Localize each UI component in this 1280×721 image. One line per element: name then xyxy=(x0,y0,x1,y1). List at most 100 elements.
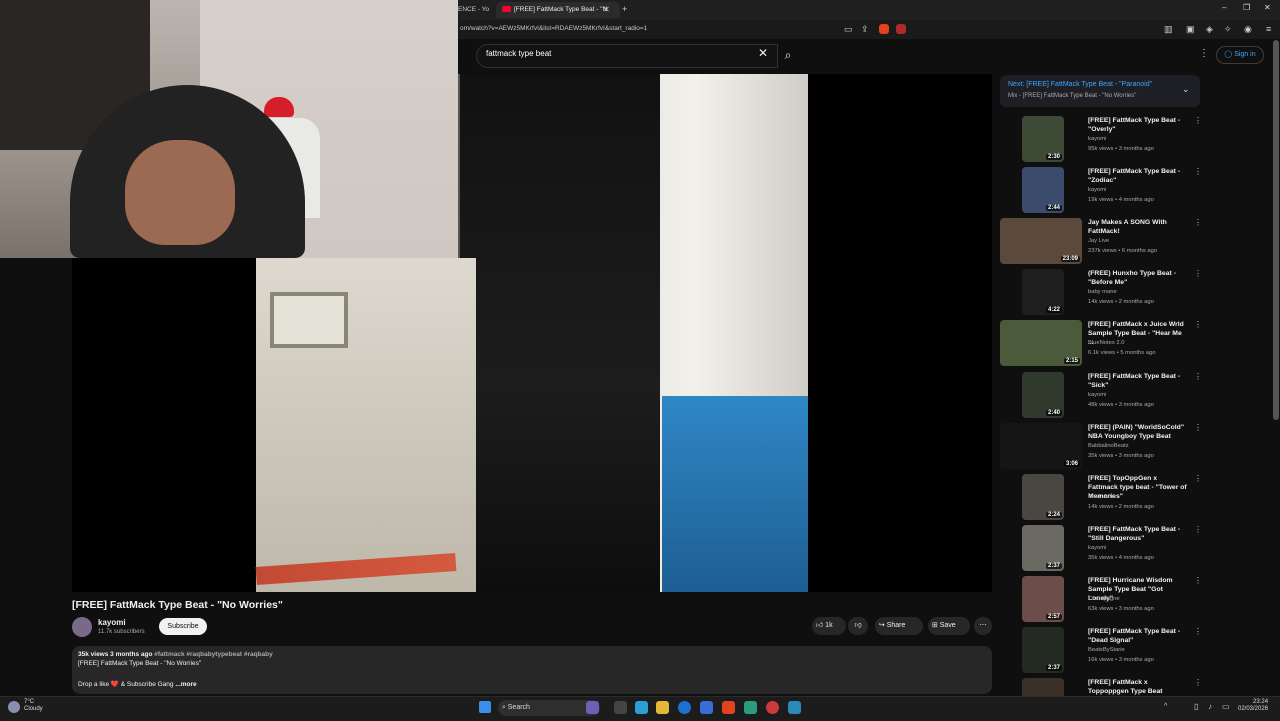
recommendation-title[interactable]: [FREE] FattMack Type Beat - "Dead Signal… xyxy=(1088,627,1188,645)
share-button[interactable]: ↪ Share xyxy=(875,617,923,635)
up-next-panel[interactable] xyxy=(1000,75,1200,107)
recommendation-title[interactable]: Jay Makes A SONG With FattMack! xyxy=(1088,218,1188,236)
more-options-icon[interactable]: ⋮ xyxy=(1194,525,1200,534)
taskbar-search[interactable]: ⌕ Search xyxy=(498,700,600,716)
settings-dots-icon[interactable]: ⋮ xyxy=(1199,48,1209,59)
edge-icon[interactable] xyxy=(635,701,648,714)
more-options-icon[interactable]: ⋮ xyxy=(1194,167,1200,176)
recommendation-channel[interactable]: Jay Live xyxy=(1088,238,1109,244)
vpn-icon[interactable]: ◈ xyxy=(1206,24,1213,35)
more-options-icon[interactable]: ⋮ xyxy=(1194,269,1200,278)
weather-widget[interactable]: 7°C Cloudy xyxy=(24,699,43,713)
page-scrollbar[interactable] xyxy=(1273,40,1279,420)
recommendation-item[interactable]: 2:44 [FREE] FattMack Type Beat - "Zodiac"… xyxy=(1000,167,1200,215)
recommendation-item[interactable]: 23:09 Jay Makes A SONG With FattMack! Jay … xyxy=(1000,218,1200,266)
recommendation-item[interactable]: 4:22 (FREE) Hunxho Type Beat - "Before Me… xyxy=(1000,269,1200,317)
recommendation-channel[interactable]: BeatsByStarie xyxy=(1088,647,1125,653)
network-icon[interactable]: ▯ xyxy=(1194,702,1198,711)
more-options-icon[interactable]: ⋮ xyxy=(1194,320,1200,329)
chrome-icon[interactable] xyxy=(766,701,779,714)
tray-chevron-icon[interactable]: ^ xyxy=(1164,703,1167,710)
video-thumbnail[interactable] xyxy=(1022,678,1064,696)
copilot-icon[interactable] xyxy=(586,701,599,714)
wallet-icon[interactable]: ▣ xyxy=(1186,24,1195,35)
recommendation-item[interactable]: [FREE] FattMack x Toppoppgen Type Beat "… xyxy=(1000,678,1200,696)
edge-browser-icon[interactable] xyxy=(678,701,691,714)
show-more-link[interactable]: ...more xyxy=(175,681,196,688)
recommendation-item[interactable]: 3:06 [FREE] (PAIN) "WorldSoCold" NBA Youn… xyxy=(1000,423,1200,471)
recommendation-item[interactable]: 2:37 [FREE] FattMack Type Beat - "Still D… xyxy=(1000,525,1200,573)
hashtags[interactable]: #fattmack #raqbabytypebeat #raqbaby xyxy=(154,651,273,658)
brave-shield-icon[interactable] xyxy=(879,24,889,34)
app-icon[interactable] xyxy=(744,701,757,714)
share-page-icon[interactable]: ⇪ xyxy=(861,24,869,35)
profile-icon[interactable]: ◉ xyxy=(1244,24,1252,35)
clear-search-icon[interactable]: ✕ xyxy=(758,46,768,60)
new-tab-icon[interactable]: + xyxy=(622,4,627,14)
recommendation-channel[interactable]: kayomi xyxy=(1088,392,1106,398)
video-thumbnail[interactable]: 2:40 xyxy=(1022,372,1064,418)
up-next-title[interactable]: Next: [FREE] FattMack Type Beat - "Paran… xyxy=(1008,81,1152,88)
recommendation-title[interactable]: [FREE] (PAIN) "WorldSoCold" NBA Youngboy… xyxy=(1088,423,1188,441)
recommendation-title[interactable]: [FREE] FattMack Type Beat - "Overly" xyxy=(1088,116,1188,134)
recommendation-item[interactable]: 2:37 [FREE] FattMack Type Beat - "Dead Si… xyxy=(1000,627,1200,675)
more-options-icon[interactable]: ⋮ xyxy=(1194,678,1200,687)
tab-active[interactable]: [FREE] FattMack Type Beat - "N xyxy=(496,2,620,18)
recommendation-title[interactable]: [FREE] FattMack Type Beat - "Still Dange… xyxy=(1088,525,1188,543)
close-window-icon[interactable]: ✕ xyxy=(1264,3,1271,12)
more-options-icon[interactable]: ⋮ xyxy=(1194,218,1200,227)
weather-icon[interactable] xyxy=(8,701,20,713)
app2-icon[interactable] xyxy=(788,701,801,714)
tab-close-icon[interactable]: ✕ xyxy=(603,5,610,14)
recommendation-title[interactable]: (FREE) Hunxho Type Beat - "Before Me" xyxy=(1088,269,1188,287)
more-options-icon[interactable]: ⋮ xyxy=(1194,423,1200,432)
tab-previous[interactable]: ENCE - Yo xyxy=(458,2,489,18)
recommendation-channel[interactable]: kayomi xyxy=(1088,187,1106,193)
chevron-down-icon[interactable]: ⌄ xyxy=(1182,84,1190,95)
subscribe-button[interactable]: Subscribe xyxy=(159,618,207,635)
channel-avatar[interactable] xyxy=(72,617,92,637)
store-icon[interactable] xyxy=(700,701,713,714)
video-thumbnail[interactable]: 2:30 xyxy=(1022,116,1064,162)
video-thumbnail[interactable]: 2:57 xyxy=(1022,576,1064,622)
channel-name[interactable]: kayomi xyxy=(98,618,126,627)
video-thumbnail[interactable]: 23:09 xyxy=(1000,218,1082,264)
recommendation-channel[interactable]: Champagne xyxy=(1088,596,1120,602)
recommendation-title[interactable]: [FREE] FattMack Type Beat - "Sick" xyxy=(1088,372,1188,390)
rewards-icon[interactable] xyxy=(896,24,906,34)
more-options-icon[interactable]: ⋮ xyxy=(1194,627,1200,636)
video-thumbnail[interactable]: 3:06 xyxy=(1000,423,1082,469)
restore-icon[interactable]: ❐ xyxy=(1243,3,1250,12)
recommendation-item[interactable]: 2:30 [FREE] FattMack Type Beat - "Overly"… xyxy=(1000,116,1200,164)
recommendation-channel[interactable]: BabbalinoBeatz xyxy=(1088,443,1129,449)
video-thumbnail[interactable]: 2:15 xyxy=(1000,320,1082,366)
start-button-icon[interactable] xyxy=(479,701,491,713)
file-explorer-icon[interactable] xyxy=(656,701,669,714)
search-input[interactable]: fattmack type beat xyxy=(486,49,551,58)
recommendation-channel[interactable]: BlueNotes 2.0 xyxy=(1088,340,1124,346)
leo-icon[interactable]: ✧ xyxy=(1224,24,1232,35)
more-options-icon[interactable]: ⋮ xyxy=(1194,116,1200,125)
recommendation-title[interactable]: [FREE] FattMack x Toppoppgen Type Beat "… xyxy=(1088,678,1188,696)
clock[interactable]: 23:24 02/03/2026 xyxy=(1238,699,1268,713)
volume-icon[interactable]: ♪ xyxy=(1208,702,1212,711)
recommendation-title[interactable]: [FREE] FattMack Type Beat - "Zodiac" xyxy=(1088,167,1188,185)
recommendation-channel[interactable]: kayomi xyxy=(1088,545,1106,551)
brave-icon[interactable] xyxy=(722,701,735,714)
like-button[interactable]: 👍︎ 1k xyxy=(812,617,846,635)
menu-icon[interactable]: ≡ xyxy=(1266,24,1271,34)
cast-icon[interactable]: ▭ xyxy=(844,24,853,35)
dislike-button[interactable]: 👎︎ xyxy=(848,617,868,635)
recommendation-channel[interactable]: kayomi xyxy=(1088,136,1106,142)
recommendation-channel[interactable]: Prod. Jett xyxy=(1088,494,1113,500)
video-thumbnail[interactable]: 2:24 xyxy=(1022,474,1064,520)
sign-in-button[interactable]: ◯ Sign in xyxy=(1216,46,1264,64)
video-thumbnail[interactable]: 2:37 xyxy=(1022,525,1064,571)
recommendation-channel[interactable]: baby mane xyxy=(1088,289,1117,295)
video-thumbnail[interactable]: 4:22 xyxy=(1022,269,1064,315)
recommendation-item[interactable]: 2:15 [FREE] FattMack x Juice Wrld Sample … xyxy=(1000,320,1200,368)
recommendation-item[interactable]: 2:24 [FREE] TopOppGen x Fattmack type bea… xyxy=(1000,474,1200,522)
url-field[interactable]: om/watch?v=AEWz5MKrfvI&list=RDAEWz5MKrfv… xyxy=(460,25,647,32)
more-options-icon[interactable]: ⋮ xyxy=(1194,372,1200,381)
video-thumbnail[interactable]: 2:37 xyxy=(1022,627,1064,673)
